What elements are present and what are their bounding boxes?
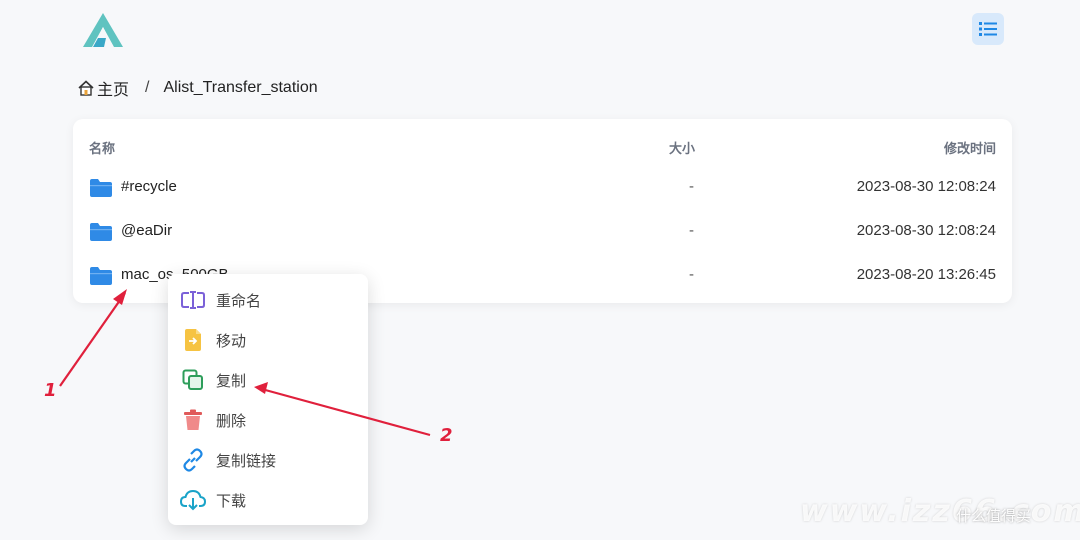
menu-item-delete[interactable]: 删除 [168, 400, 368, 440]
annotation-label-2: 2 [440, 425, 453, 446]
file-modified: 2023-08-20 13:26:45 [856, 266, 996, 283]
breadcrumb-separator: / [145, 79, 150, 96]
folder-icon [89, 266, 113, 291]
home-icon [78, 80, 94, 96]
menu-item-copy-link[interactable]: 复制链接 [168, 440, 368, 480]
annotation-label-1: 1 [44, 380, 57, 401]
folder-icon [89, 178, 113, 203]
menu-item-label: 复制 [216, 372, 247, 390]
link-icon [180, 447, 206, 473]
breadcrumb-current[interactable]: Alist_Transfer_station [163, 79, 317, 97]
trash-icon [180, 407, 206, 433]
alist-logo-icon[interactable] [80, 10, 126, 50]
list-icon [979, 22, 997, 36]
table-row[interactable]: #recycle - 2023-08-30 12:08:24 [73, 168, 1012, 208]
column-header-size[interactable]: 大小 [669, 138, 695, 157]
menu-item-label: 删除 [216, 412, 247, 430]
breadcrumb-home-label: 主页 [97, 82, 130, 99]
file-name[interactable]: @eaDir [121, 222, 172, 239]
menu-item-label: 复制链接 [216, 452, 277, 470]
folder-icon [89, 222, 113, 247]
breadcrumb: 主页 / Alist_Transfer_station [77, 76, 318, 100]
file-size: - [689, 222, 694, 239]
menu-item-rename[interactable]: 重命名 [168, 280, 368, 320]
menu-item-copy[interactable]: 复制 [168, 360, 368, 400]
context-menu: 重命名 移动 复制 删除 复制链接 下载 [168, 274, 368, 525]
menu-item-label: 重命名 [216, 292, 262, 310]
file-size: - [689, 266, 694, 283]
copy-icon [180, 367, 206, 393]
watermark-brand: 什么值得买 [956, 508, 1032, 525]
menu-toggle-button[interactable] [972, 13, 1004, 45]
menu-item-download[interactable]: 下载 [168, 480, 368, 520]
file-name[interactable]: #recycle [121, 178, 177, 195]
file-modified: 2023-08-30 12:08:24 [856, 178, 996, 195]
column-header-name[interactable]: 名称 [89, 138, 115, 157]
move-file-icon [180, 327, 206, 353]
breadcrumb-home[interactable]: 主页 [77, 76, 129, 100]
menu-item-move[interactable]: 移动 [168, 320, 368, 360]
file-modified: 2023-08-30 12:08:24 [856, 222, 996, 239]
menu-item-label: 下载 [216, 492, 247, 510]
file-size: - [689, 178, 694, 195]
watermark: www.izz66.com [800, 494, 1080, 529]
menu-item-label: 移动 [216, 332, 247, 350]
annotation-arrow-1 [59, 289, 127, 387]
rename-icon [180, 287, 206, 313]
cloud-download-icon [180, 487, 206, 513]
table-row[interactable]: @eaDir - 2023-08-30 12:08:24 [73, 212, 1012, 252]
column-header-modified[interactable]: 修改时间 [944, 138, 996, 157]
